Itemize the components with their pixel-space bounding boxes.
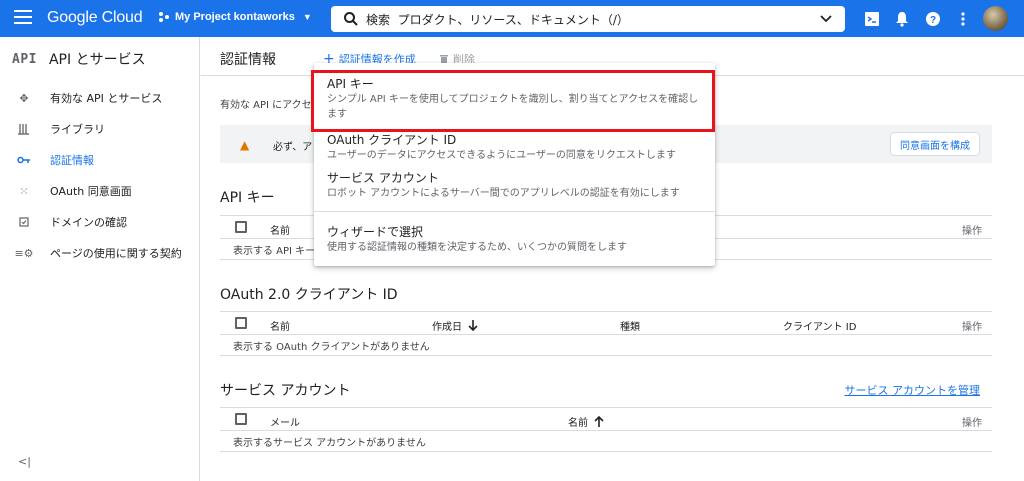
checkbox-icon <box>17 215 31 229</box>
menu-item-wizard[interactable]: ウィザードで選択 使用する認証情報の種類を決定するため、いくつかの質問をします <box>314 223 715 255</box>
project-nodes-icon <box>159 12 169 22</box>
configure-consent-button[interactable]: 同意画面を構成 <box>890 132 980 156</box>
oauth-section-title: OAuth 2.0 クライアント ID <box>220 287 398 303</box>
select-all-checkbox[interactable] <box>235 413 247 425</box>
search-icon <box>344 12 358 26</box>
col-created[interactable]: 作成日 <box>432 318 478 333</box>
sidebar-header: API API とサービス <box>12 49 146 69</box>
search-placeholder: 検索 プロダクト、リソース、ドキュメント（/） <box>366 13 629 27</box>
warning-icon: ▲ <box>240 138 250 152</box>
settings-list-icon: ≡⚙ <box>14 246 34 260</box>
col-actions: 操作 <box>962 322 982 333</box>
menu-item-title: ウィザードで選択 <box>327 225 424 239</box>
library-icon <box>17 122 31 136</box>
oauth-empty-text: 表示する OAuth クライアントがありません <box>233 342 430 353</box>
page-description: 有効な API にアクセ <box>220 100 312 111</box>
col-created-label: 作成日 <box>432 322 462 333</box>
caret-down-icon: ▼ <box>302 12 312 22</box>
service-accounts-table-header: メール 名前 操作 <box>220 407 992 431</box>
api-keys-empty-text: 表示する API キー <box>233 246 316 257</box>
sidebar: API API とサービス ✥ 有効な API とサービス ライブラリ 認証情報… <box>0 37 200 481</box>
manage-service-accounts-link[interactable]: サービス アカウントを管理 <box>845 382 981 398</box>
sidebar-item-label: ライブラリ <box>50 123 105 136</box>
dots-grid-icon: ⁙ <box>19 184 29 198</box>
sidebar-item-label: 有効な API とサービス <box>50 92 163 105</box>
page-title: 認証情報 <box>220 52 276 68</box>
select-all-checkbox[interactable] <box>235 317 247 329</box>
key-icon <box>17 153 31 167</box>
api-badge: API <box>12 51 37 67</box>
svg-text:?: ? <box>930 15 936 26</box>
sidebar-item-label: ページの使用に関する契約 <box>50 247 182 260</box>
sidebar-item-label: 認証情報 <box>50 154 94 167</box>
api-keys-section-title: API キー <box>220 190 275 206</box>
notifications-bell-icon[interactable] <box>893 10 911 28</box>
google-cloud-logo[interactable]: Google Cloud <box>47 9 143 27</box>
sidebar-title: API とサービス <box>48 52 146 68</box>
sidebar-item-label: ドメインの確認 <box>50 216 127 229</box>
menu-item-desc: 使用する認証情報の種類を決定するため、いくつかの質問をします <box>327 242 627 253</box>
service-accounts-empty-text: 表示するサービス アカウントがありません <box>233 438 426 449</box>
col-type[interactable]: 種類 <box>620 318 640 333</box>
cloud-shell-icon[interactable] <box>863 10 881 28</box>
col-name[interactable]: 名前 <box>270 222 290 237</box>
sidebar-item-library[interactable]: ライブラリ <box>0 114 199 144</box>
row-divider <box>220 355 992 356</box>
menu-item-title: サービス アカウント <box>327 171 439 185</box>
user-avatar[interactable] <box>983 6 1008 31</box>
col-name[interactable]: 名前 <box>270 318 290 333</box>
row-divider <box>220 451 992 452</box>
help-icon[interactable]: ? <box>924 10 942 28</box>
collapse-sidebar-icon[interactable]: <| <box>18 455 31 468</box>
menu-item-title: OAuth クライアント ID <box>327 133 457 147</box>
highlight-box <box>311 70 715 132</box>
col-name-label: 名前 <box>568 418 588 429</box>
search-bar[interactable]: 検索 プロダクト、リソース、ドキュメント（/） <box>331 6 845 32</box>
menu-item-desc: ユーザーのデータにアクセスできるようにユーザーの同意をリクエストします <box>327 150 676 161</box>
warning-text: 必ず、ア <box>273 142 313 153</box>
arrow-up-icon <box>594 416 604 427</box>
col-name[interactable]: 名前 <box>568 414 604 429</box>
chevron-down-icon[interactable] <box>819 12 833 26</box>
more-vert-icon[interactable] <box>954 10 972 28</box>
arrow-down-icon <box>468 320 478 331</box>
col-client-id[interactable]: クライアント ID <box>783 318 856 333</box>
col-actions: 操作 <box>962 418 982 429</box>
oauth-table-header: 名前 作成日 種類 クライアント ID 操作 <box>220 311 992 335</box>
col-email[interactable]: メール <box>270 414 300 429</box>
sidebar-item-page-usage-agreements[interactable]: ≡⚙ ページの使用に関する契約 <box>0 238 199 268</box>
sidebar-item-enabled-apis[interactable]: ✥ 有効な API とサービス <box>0 83 199 113</box>
diamond-cross-icon: ✥ <box>19 91 29 105</box>
sidebar-item-domain-verification[interactable]: ドメインの確認 <box>0 207 199 237</box>
menu-divider <box>314 211 715 212</box>
select-all-checkbox[interactable] <box>235 221 247 233</box>
sidebar-item-oauth-consent[interactable]: ⁙ OAuth 同意画面 <box>0 176 199 206</box>
top-bar: Google Cloud My Project kontaworks ▼ 検索 … <box>0 0 1024 37</box>
menu-item-service-account[interactable]: サービス アカウント ロボット アカウントによるサーバー間でのアプリレベルの認証… <box>314 169 715 201</box>
menu-item-desc: ロボット アカウントによるサーバー間でのアプリレベルの認証を有効にします <box>327 188 680 199</box>
menu-item-oauth-client-id[interactable]: OAuth クライアント ID ユーザーのデータにアクセスできるようにユーザーの… <box>314 131 715 163</box>
col-actions: 操作 <box>962 226 982 237</box>
project-name: My Project kontaworks <box>175 11 295 23</box>
service-accounts-section-title: サービス アカウント <box>220 383 351 399</box>
hamburger-menu-icon[interactable] <box>14 10 32 26</box>
project-selector[interactable]: My Project kontaworks ▼ <box>158 11 312 23</box>
sidebar-item-credentials[interactable]: 認証情報 <box>0 145 199 175</box>
sidebar-item-label: OAuth 同意画面 <box>50 185 132 198</box>
